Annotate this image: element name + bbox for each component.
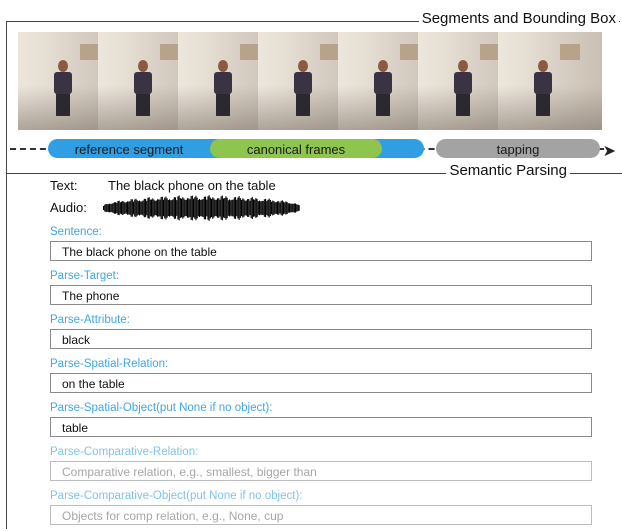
- field-label: Parse-Comparative-Relation:: [50, 446, 199, 458]
- text-value: The black phone on the table: [108, 178, 276, 193]
- field-input[interactable]: on the table: [50, 373, 592, 393]
- field-input[interactable]: The phone: [50, 285, 592, 305]
- canonical-frames-label: canonical frames: [246, 142, 346, 157]
- tapping-label: tapping: [496, 142, 540, 157]
- field-input[interactable]: The black phone on the table: [50, 241, 592, 261]
- text-label: Text:: [50, 178, 78, 193]
- timeline-arrow-icon: ➤: [602, 143, 616, 160]
- field-input[interactable]: table: [50, 417, 592, 437]
- semantic-parsing-title: Semantic Parsing: [446, 162, 570, 179]
- field-label: Parse-Comparative-Object(put None if no …: [50, 490, 303, 502]
- field-label: Parse-Attribute:: [50, 314, 130, 326]
- field-input[interactable]: Comparative relation, e.g., smallest, bi…: [50, 461, 592, 481]
- segments-title: Segments and Bounding Box: [418, 10, 619, 27]
- field-label: Sentence:: [50, 226, 102, 238]
- field-label: Parse-Spatial-Object(put None if no obje…: [50, 402, 273, 414]
- reference-segment-label: reference segment: [74, 142, 184, 157]
- field-input[interactable]: Objects for comp relation, e.g., None, c…: [50, 505, 592, 525]
- field-label: Parse-Spatial-Relation:: [50, 358, 169, 370]
- video-frame: [498, 32, 602, 130]
- audio-label: Audio:: [50, 200, 87, 215]
- field-label: Parse-Target:: [50, 270, 120, 282]
- text-query: Text: The black phone on the table: [50, 178, 276, 193]
- audio-waveform-icon: [103, 195, 300, 221]
- field-input[interactable]: black: [50, 329, 592, 349]
